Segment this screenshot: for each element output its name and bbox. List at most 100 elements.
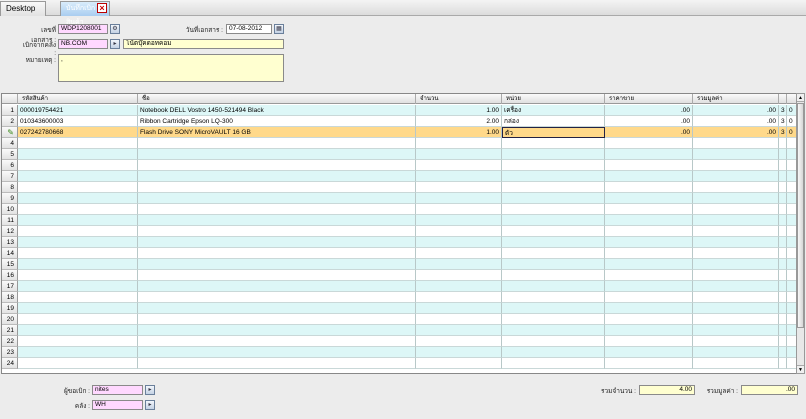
- cell-extra-1[interactable]: [779, 204, 787, 215]
- cell-qty[interactable]: [416, 149, 502, 160]
- cell-name[interactable]: [138, 303, 416, 314]
- table-row[interactable]: 14: [2, 248, 796, 259]
- table-row[interactable]: 18: [2, 292, 796, 303]
- doc-no-field[interactable]: WDP1208001: [58, 24, 108, 34]
- cell-qty[interactable]: [416, 237, 502, 248]
- cell-extra-1[interactable]: 3: [779, 105, 787, 116]
- cell-total[interactable]: [693, 237, 779, 248]
- cell-name[interactable]: [138, 270, 416, 281]
- cell-name[interactable]: [138, 259, 416, 270]
- cell-total[interactable]: [693, 358, 779, 369]
- cell-qty[interactable]: [416, 226, 502, 237]
- table-row[interactable]: 21: [2, 325, 796, 336]
- cell-unit[interactable]: [502, 270, 605, 281]
- cell-unit[interactable]: [502, 226, 605, 237]
- cell-price[interactable]: [605, 259, 693, 270]
- cell-extra-1[interactable]: [779, 314, 787, 325]
- cell-unit[interactable]: [502, 303, 605, 314]
- cell-name[interactable]: [138, 171, 416, 182]
- cell-unit[interactable]: [502, 259, 605, 270]
- cell-qty[interactable]: [416, 215, 502, 226]
- cell-total[interactable]: [693, 281, 779, 292]
- cell-extra-1[interactable]: [779, 292, 787, 303]
- cell-qty[interactable]: [416, 270, 502, 281]
- cell-total[interactable]: .00: [693, 105, 779, 116]
- cell-total[interactable]: [693, 303, 779, 314]
- cell-extra-1[interactable]: [779, 149, 787, 160]
- cell-code[interactable]: [18, 248, 138, 259]
- cell-code[interactable]: [18, 215, 138, 226]
- cell-price[interactable]: [605, 193, 693, 204]
- cell-unit[interactable]: [502, 138, 605, 149]
- cell-total[interactable]: .00: [693, 116, 779, 127]
- cell-code[interactable]: [18, 226, 138, 237]
- cell-price[interactable]: .00: [605, 116, 693, 127]
- cell-total[interactable]: [693, 325, 779, 336]
- scroll-up-icon[interactable]: ▲: [797, 94, 804, 102]
- table-row[interactable]: 22: [2, 336, 796, 347]
- cell-total[interactable]: [693, 171, 779, 182]
- cell-unit[interactable]: [502, 215, 605, 226]
- cell-total[interactable]: [693, 204, 779, 215]
- cell-code[interactable]: [18, 138, 138, 149]
- cell-extra-1[interactable]: [779, 138, 787, 149]
- scroll-thumb[interactable]: [797, 103, 804, 328]
- column-header-extra-1[interactable]: [779, 94, 787, 104]
- cell-code[interactable]: [18, 182, 138, 193]
- cell-total[interactable]: [693, 138, 779, 149]
- table-row[interactable]: 23: [2, 347, 796, 358]
- cell-code[interactable]: [18, 292, 138, 303]
- cell-code[interactable]: [18, 303, 138, 314]
- cell-unit[interactable]: [502, 325, 605, 336]
- cell-extra-1[interactable]: 3: [779, 127, 787, 138]
- cell-code[interactable]: [18, 149, 138, 160]
- cell-extra-1[interactable]: [779, 171, 787, 182]
- cell-qty[interactable]: [416, 259, 502, 270]
- cell-code[interactable]: [18, 237, 138, 248]
- cell-total[interactable]: [693, 193, 779, 204]
- cell-unit[interactable]: [502, 358, 605, 369]
- cell-unit[interactable]: กล่อง: [502, 116, 605, 127]
- cell-qty[interactable]: 1.00: [416, 127, 502, 138]
- cell-extra-1[interactable]: [779, 325, 787, 336]
- requester-lookup-button[interactable]: ▸: [145, 385, 155, 395]
- cell-name[interactable]: [138, 138, 416, 149]
- requester-field[interactable]: nites: [92, 385, 143, 395]
- column-header-price[interactable]: ราคาขาย: [605, 94, 693, 104]
- grid-vertical-scrollbar[interactable]: ▲ ▼: [796, 93, 805, 374]
- column-header-total[interactable]: รวมมูลค่า: [693, 94, 779, 104]
- cell-name[interactable]: Flash Drive SONY MicroVAULT 16 GB: [138, 127, 416, 138]
- cell-qty[interactable]: [416, 336, 502, 347]
- cell-unit[interactable]: [502, 292, 605, 303]
- cell-total[interactable]: [693, 314, 779, 325]
- table-row[interactable]: 4: [2, 138, 796, 149]
- cell-name[interactable]: [138, 182, 416, 193]
- cell-extra-1[interactable]: [779, 336, 787, 347]
- cell-code[interactable]: [18, 347, 138, 358]
- table-row[interactable]: 20: [2, 314, 796, 325]
- cell-extra-1[interactable]: [779, 358, 787, 369]
- cell-extra-1[interactable]: [779, 160, 787, 171]
- cell-price[interactable]: [605, 160, 693, 171]
- cell-code[interactable]: 000019754421: [18, 105, 138, 116]
- table-row[interactable]: 15: [2, 259, 796, 270]
- cell-total[interactable]: [693, 270, 779, 281]
- cell-name[interactable]: [138, 237, 416, 248]
- cell-qty[interactable]: [416, 325, 502, 336]
- cell-qty[interactable]: [416, 347, 502, 358]
- table-row[interactable]: 8: [2, 182, 796, 193]
- cell-code[interactable]: [18, 281, 138, 292]
- cell-qty[interactable]: [416, 314, 502, 325]
- cell-price[interactable]: [605, 347, 693, 358]
- cell-qty[interactable]: [416, 160, 502, 171]
- cell-code[interactable]: [18, 314, 138, 325]
- cell-name[interactable]: [138, 281, 416, 292]
- cell-total[interactable]: [693, 248, 779, 259]
- table-row[interactable]: 6: [2, 160, 796, 171]
- cell-code[interactable]: 027242780668: [18, 127, 138, 138]
- cell-extra-1[interactable]: [779, 193, 787, 204]
- table-row[interactable]: 11: [2, 215, 796, 226]
- cell-qty[interactable]: [416, 303, 502, 314]
- cell-name[interactable]: [138, 358, 416, 369]
- cell-price[interactable]: [605, 314, 693, 325]
